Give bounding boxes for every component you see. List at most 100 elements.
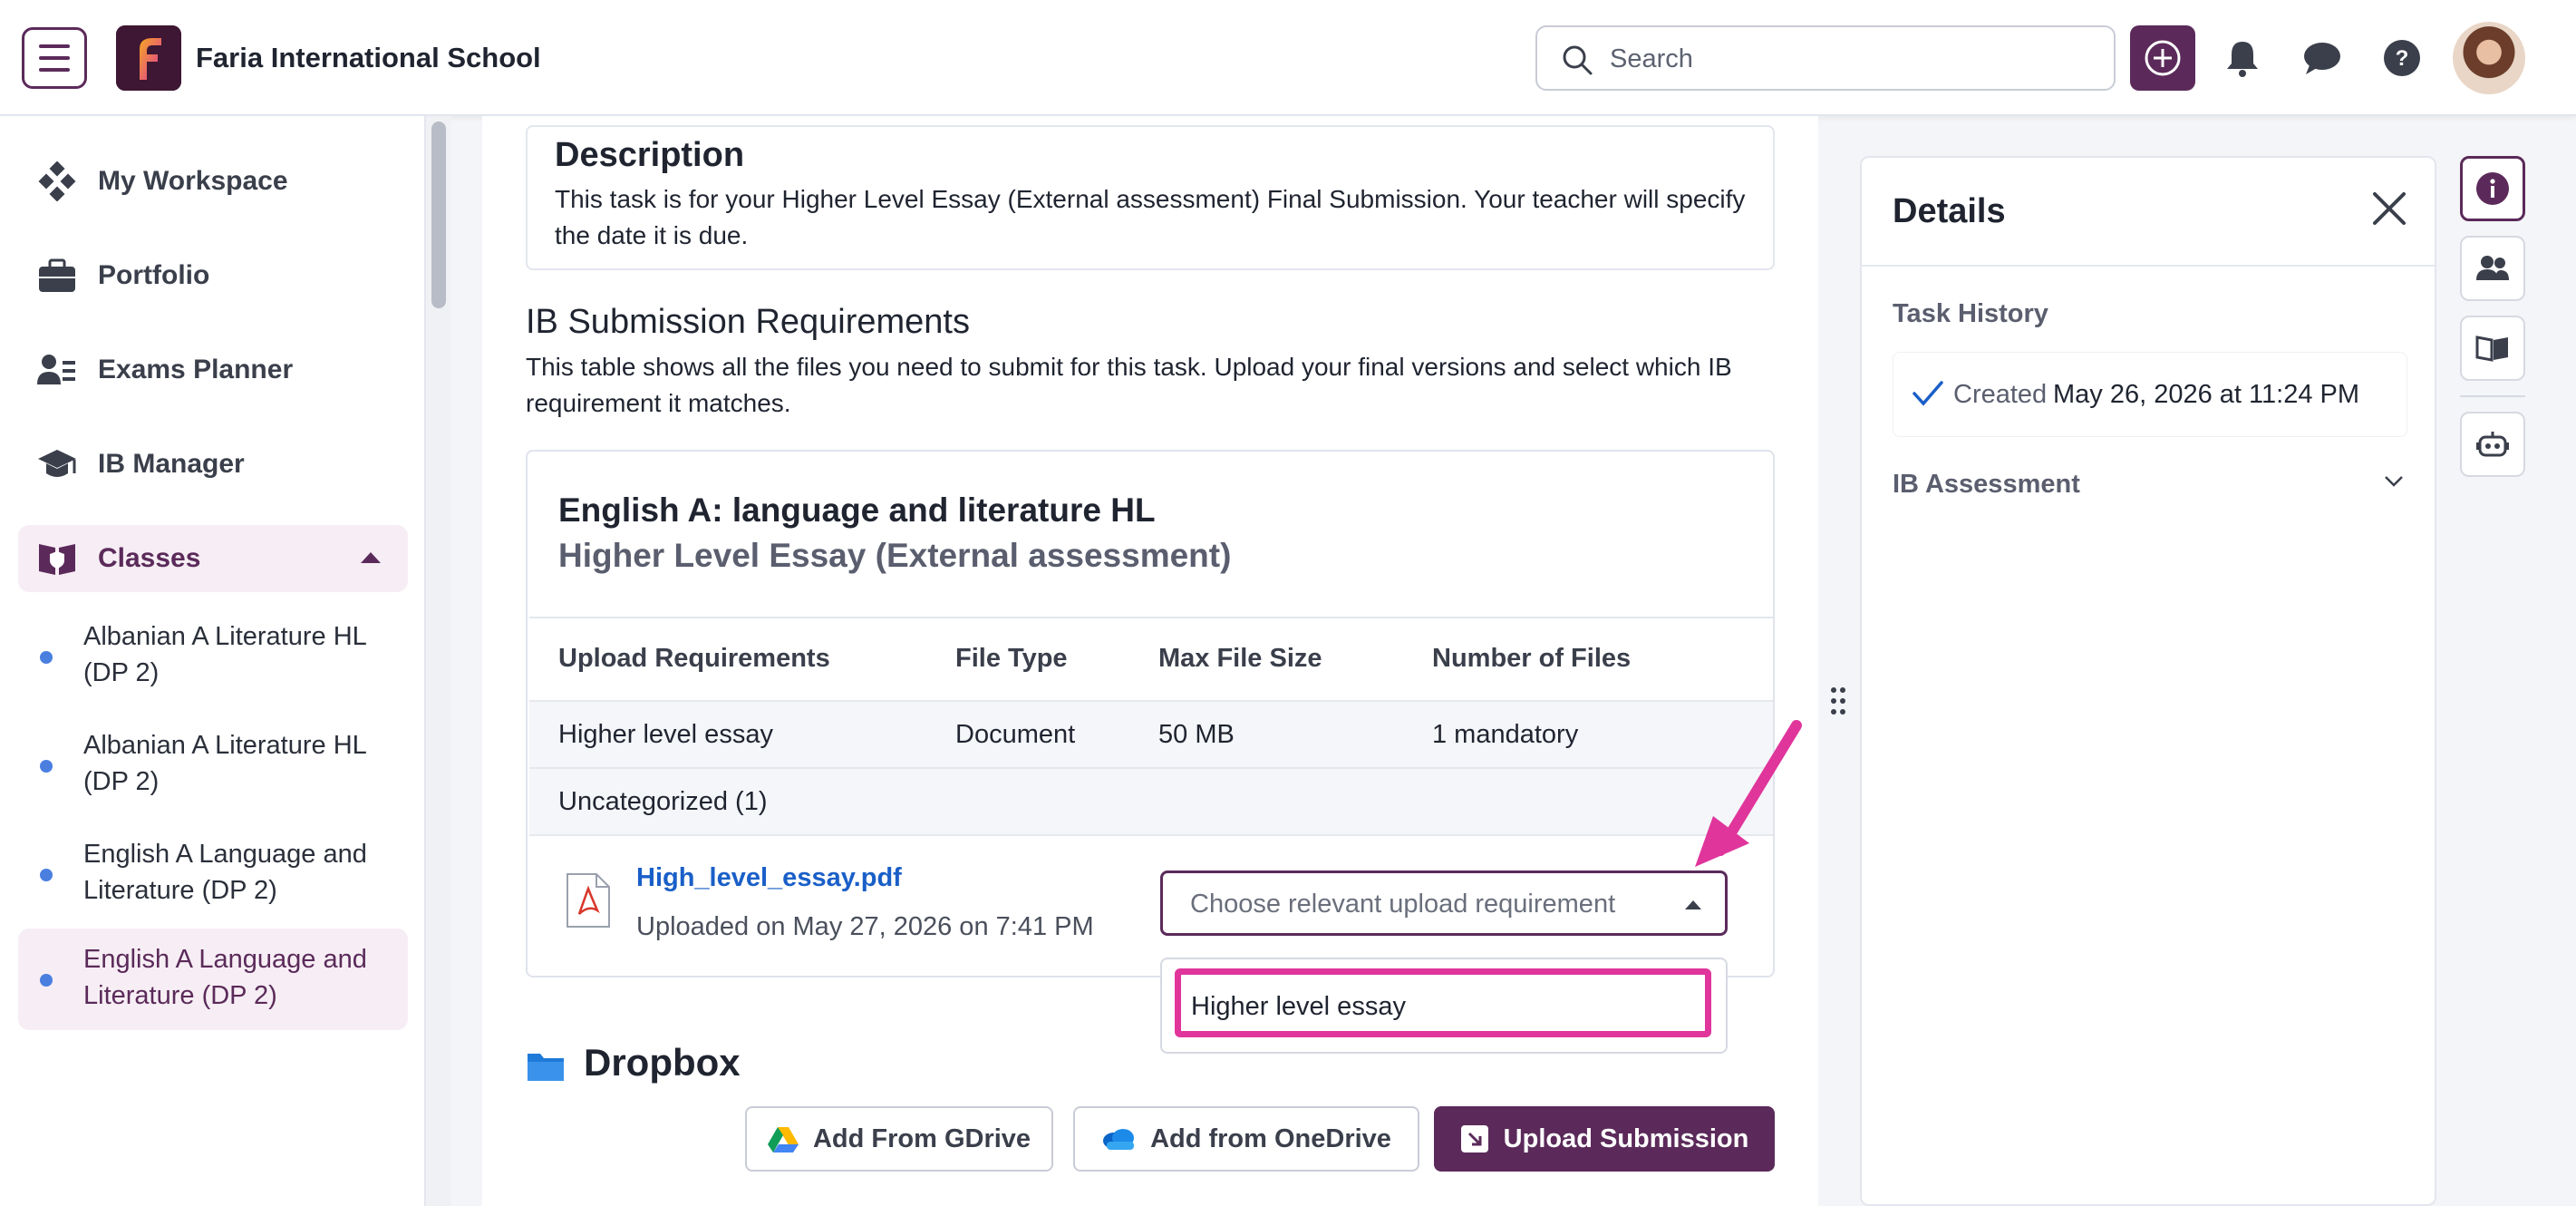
upload-requirement-select[interactable]: Choose relevant upload requirement — [1160, 870, 1728, 936]
details-info-button[interactable] — [2460, 156, 2525, 221]
column-header: Number of Files — [1432, 644, 1632, 673]
bullet-dot-icon — [40, 760, 53, 773]
class-label: Albanian A Literature HL (DP 2) — [83, 622, 366, 687]
help-icon: ? — [2384, 40, 2420, 76]
created-label: Created — [1953, 380, 2048, 409]
faria-logo-icon — [116, 25, 181, 91]
resources-button[interactable] — [2460, 316, 2525, 381]
sidebar-item-portfolio[interactable]: Portfolio — [18, 242, 408, 309]
drag-handle-icon — [1831, 687, 1845, 715]
collapse-caret-icon[interactable] — [361, 552, 381, 563]
description-text: This task is for your Higher Level Essay… — [555, 185, 1746, 249]
search-icon — [1561, 44, 1593, 81]
search-box[interactable] — [1535, 25, 2116, 91]
upload-icon — [1460, 1124, 1489, 1153]
group-label: Uncategorized (1) — [558, 787, 768, 816]
bell-icon — [2227, 42, 2258, 77]
class-label: Albanian A Literature HL (DP 2) — [83, 731, 366, 796]
annotation-arrow-icon — [1695, 720, 1802, 867]
onedrive-cloud-icon — [1101, 1127, 1136, 1151]
details-panel: Details Task History Created May 26, 202… — [1860, 156, 2436, 1206]
sidebar-class-item[interactable]: Albanian A Literature HL (DP 2) — [18, 606, 408, 707]
pdf-file-icon — [566, 872, 611, 929]
ib-assessment-toggle[interactable]: IB Assessment — [1893, 470, 2080, 500]
created-date: May 26, 2026 at 11:24 PM — [2053, 380, 2360, 409]
create-button[interactable] — [2130, 25, 2195, 91]
subject-title: English A: language and literature HL — [558, 491, 1156, 529]
sidebar-item-label: Portfolio — [98, 260, 210, 290]
info-icon — [2476, 172, 2509, 205]
sidebar-item-label: My Workspace — [98, 166, 288, 196]
table-row: Higher level essay Document 50 MB 1 mand… — [529, 700, 1773, 767]
sidebar-scrollbar[interactable] — [431, 122, 446, 308]
sidebar-item-ib-manager[interactable]: IB Manager — [18, 431, 408, 498]
chevron-down-icon[interactable] — [2384, 475, 2404, 492]
uploaded-file-date: Uploaded on May 27, 2026 on 7:41 PM — [636, 912, 1094, 941]
task-history-entry: Created May 26, 2026 at 11:24 PM — [1893, 352, 2407, 437]
add-from-gdrive-button[interactable]: Add From GDrive — [745, 1106, 1053, 1172]
button-label: Upload Submission — [1503, 1123, 1749, 1153]
school-logo[interactable] — [116, 25, 181, 91]
school-name: Faria International School — [196, 42, 541, 73]
table-header-row: Upload Requirements File Type Max File S… — [529, 618, 1773, 700]
messages-button[interactable] — [2297, 33, 2348, 83]
menu-toggle-button[interactable] — [22, 27, 87, 89]
upload-submission-button[interactable]: Upload Submission — [1434, 1106, 1775, 1172]
assistant-button[interactable] — [2460, 412, 2525, 477]
description-title: Description — [555, 136, 745, 174]
bullet-dot-icon — [40, 651, 53, 664]
user-avatar[interactable] — [2453, 22, 2525, 94]
option-highlight-annotation — [1175, 968, 1711, 1037]
checkmark-icon — [1912, 380, 1944, 412]
class-label: English A Language and Literature (DP 2) — [83, 840, 367, 905]
help-button[interactable]: ? — [2377, 33, 2427, 83]
class-label: English A Language and Literature (DP 2) — [83, 945, 367, 1010]
sidebar-item-exams-planner[interactable]: Exams Planner — [18, 336, 408, 404]
plus-circle-icon — [2145, 40, 2181, 76]
uncategorized-group-row: Uncategorized (1) — [529, 767, 1773, 836]
google-drive-icon — [767, 1125, 799, 1153]
open-book-icon — [2475, 336, 2508, 362]
button-label: Add From GDrive — [812, 1123, 1031, 1153]
people-icon — [2476, 256, 2509, 280]
divider — [1862, 265, 2435, 267]
sidebar-item-label: Exams Planner — [98, 355, 294, 384]
sidebar-item-my-workspace[interactable]: My Workspace — [18, 148, 408, 215]
requirements-heading: IB Submission Requirements — [526, 303, 970, 341]
participants-button[interactable] — [2460, 236, 2525, 301]
uploaded-file-link[interactable]: High_level_essay.pdf — [636, 863, 902, 893]
notifications-button[interactable] — [2217, 33, 2268, 83]
sidebar-item-label: Classes — [98, 543, 201, 573]
table-cell: Document — [955, 720, 1076, 749]
bullet-dot-icon — [40, 974, 53, 987]
book-shield-icon — [34, 536, 80, 581]
sidebar-class-item-active[interactable]: English A Language and Literature (DP 2) — [18, 929, 408, 1030]
sidebar-class-item[interactable]: Albanian A Literature HL (DP 2) — [18, 715, 408, 816]
column-header: Upload Requirements — [558, 644, 830, 673]
close-icon[interactable] — [2371, 190, 2407, 231]
sidebar-class-item[interactable]: English A Language and Literature (DP 2) — [18, 823, 408, 925]
requirements-text: This table shows all the files you need … — [526, 353, 1732, 417]
column-header: Max File Size — [1158, 644, 1322, 673]
select-placeholder: Choose relevant upload requirement — [1190, 890, 1616, 919]
people-list-icon — [34, 347, 80, 393]
add-from-onedrive-button[interactable]: Add from OneDrive — [1073, 1106, 1419, 1172]
hamburger-line — [39, 56, 70, 60]
task-history-heading: Task History — [1893, 299, 2048, 328]
briefcase-icon — [34, 253, 80, 298]
column-header: File Type — [955, 644, 1068, 673]
workspace-icon — [34, 159, 80, 204]
table-cell: Higher level essay — [558, 720, 773, 749]
svg-text:?: ? — [2396, 46, 2409, 71]
top-bar: Faria International School ? — [0, 0, 2576, 116]
search-input[interactable] — [1610, 40, 2099, 78]
button-label: Add from OneDrive — [1150, 1123, 1391, 1153]
panel-resize-handle[interactable] — [1829, 686, 1847, 721]
folder-icon — [526, 1050, 566, 1087]
hamburger-icon — [39, 44, 70, 48]
details-title: Details — [1893, 192, 2006, 230]
robot-icon — [2476, 432, 2509, 457]
table-cell: 1 mandatory — [1432, 720, 1579, 749]
chat-bubble-icon — [2304, 43, 2340, 74]
sidebar-item-classes[interactable]: Classes — [18, 525, 408, 592]
